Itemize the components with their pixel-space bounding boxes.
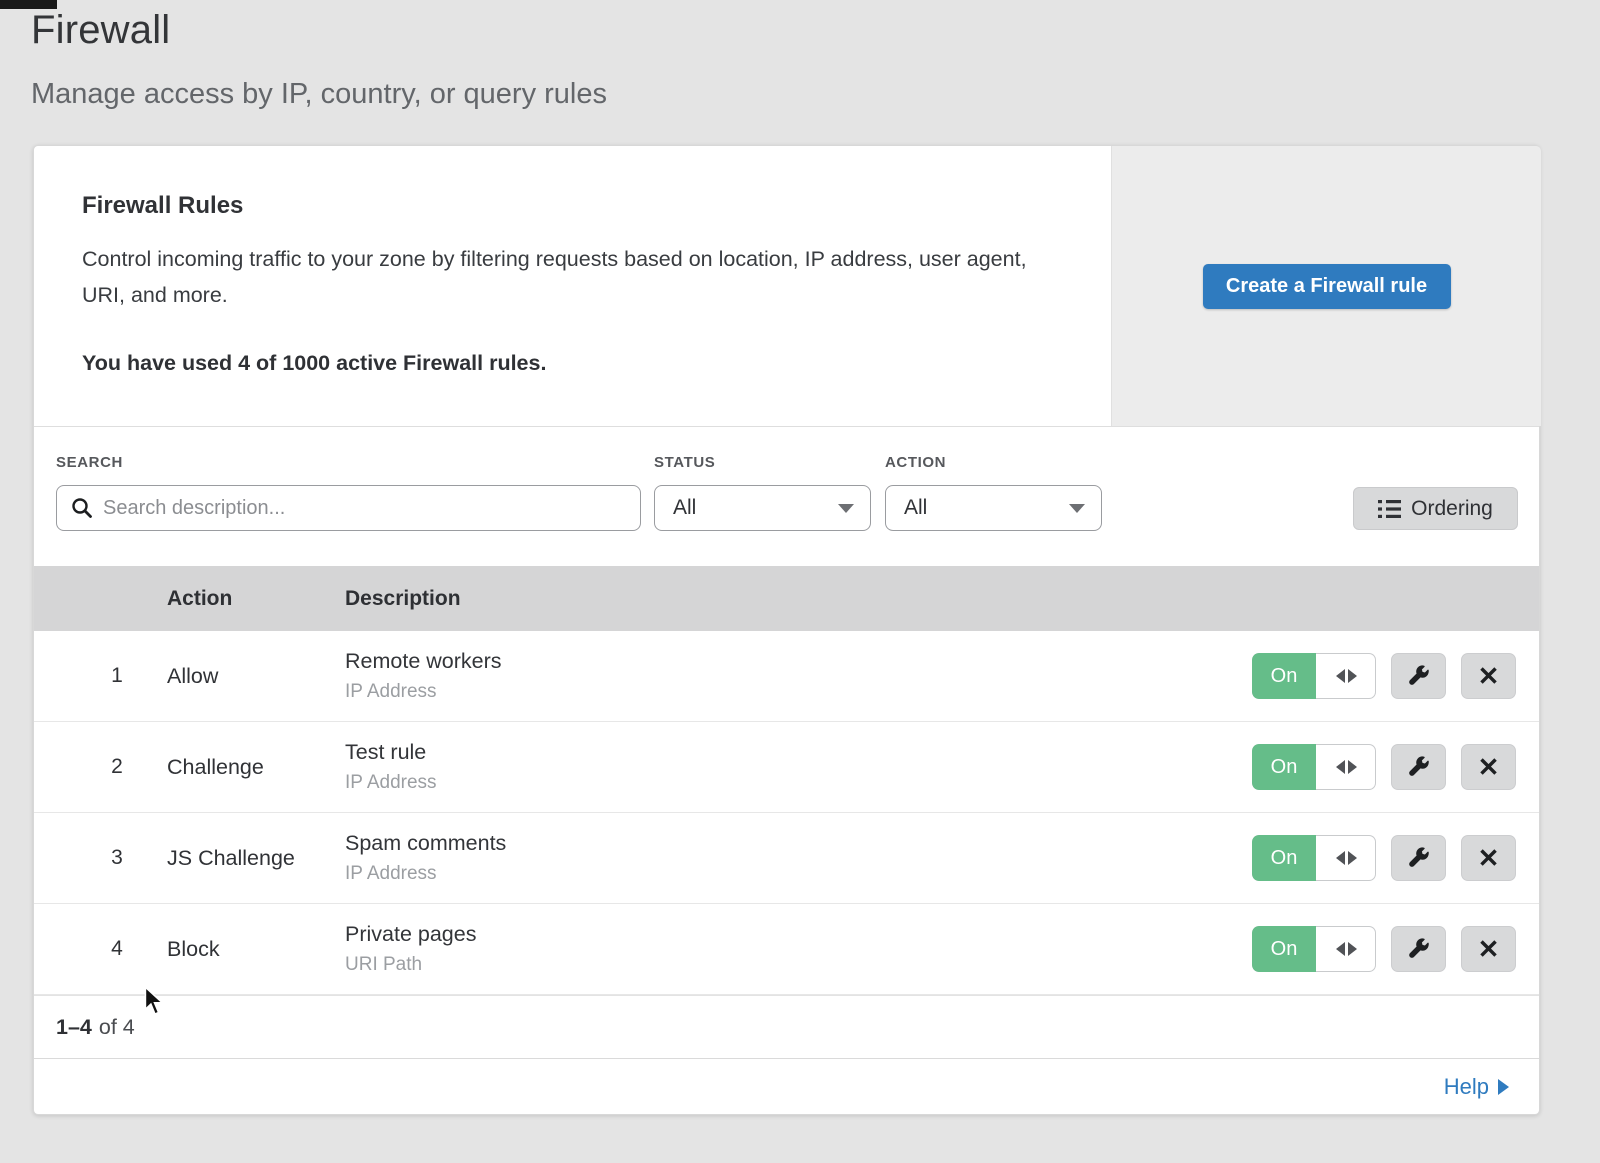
help-arrow-icon — [1498, 1079, 1509, 1095]
rule-description-title: Private pages — [345, 922, 476, 947]
action-select-value: All — [904, 496, 927, 520]
status-label: STATUS — [654, 454, 715, 471]
rule-enabled-toggle[interactable]: On — [1252, 653, 1376, 699]
toggle-handle — [1316, 653, 1376, 699]
left-right-arrows-icon — [1336, 942, 1345, 956]
action-select[interactable]: All — [885, 485, 1102, 531]
toggle-on-segment: On — [1252, 653, 1316, 699]
ordering-button[interactable]: Ordering — [1353, 487, 1518, 530]
search-label: SEARCH — [56, 454, 123, 471]
overview-heading: Firewall Rules — [82, 192, 243, 220]
close-icon: ✕ — [1478, 845, 1500, 871]
create-rule-pane: Create a Firewall rule — [1111, 146, 1541, 426]
action-label: ACTION — [885, 454, 946, 471]
table-row: 2 Challenge Test rule IP Address On ✕ — [34, 722, 1539, 813]
rule-description-title: Spam comments — [345, 831, 506, 856]
rule-match-type: IP Address — [345, 863, 506, 885]
wrench-icon — [1407, 755, 1431, 779]
toggle-on-segment: On — [1252, 744, 1316, 790]
delete-rule-button[interactable]: ✕ — [1461, 835, 1516, 881]
search-box[interactable] — [56, 485, 641, 531]
rules-usage-text: You have used 4 of 1000 active Firewall … — [82, 351, 546, 376]
rule-enabled-toggle[interactable]: On — [1252, 835, 1376, 881]
card-footer: Help — [34, 1058, 1539, 1115]
delete-rule-button[interactable]: ✕ — [1461, 744, 1516, 790]
help-link-label: Help — [1444, 1074, 1489, 1100]
create-firewall-rule-button[interactable]: Create a Firewall rule — [1203, 264, 1451, 309]
ordering-button-label: Ordering — [1411, 497, 1493, 521]
rule-priority: 4 — [94, 904, 140, 994]
status-select[interactable]: All — [654, 485, 871, 531]
rule-action: JS Challenge — [167, 813, 295, 903]
rule-action: Challenge — [167, 722, 264, 812]
column-header-action: Action — [167, 566, 232, 631]
page-subtitle: Manage access by IP, country, or query r… — [31, 78, 607, 111]
rule-match-type: IP Address — [345, 681, 502, 703]
close-icon: ✕ — [1478, 936, 1500, 962]
edit-rule-button[interactable] — [1391, 744, 1446, 790]
rules-table-body: 1 Allow Remote workers IP Address On ✕ 2… — [34, 631, 1539, 995]
delete-rule-button[interactable]: ✕ — [1461, 653, 1516, 699]
rule-priority: 2 — [94, 722, 140, 812]
rule-description: Test rule IP Address — [345, 740, 437, 794]
pagination: 1–4 of 4 — [34, 995, 1539, 1058]
wrench-icon — [1407, 664, 1431, 688]
close-icon: ✕ — [1478, 663, 1500, 689]
overview-pane: Firewall Rules Control incoming traffic … — [34, 146, 1111, 426]
ordered-list-icon — [1378, 499, 1401, 519]
overview-description: Control incoming traffic to your zone by… — [82, 241, 1047, 313]
rule-description: Remote workers IP Address — [345, 649, 502, 703]
help-link[interactable]: Help — [1444, 1074, 1509, 1100]
toggle-on-segment: On — [1252, 835, 1316, 881]
toggle-handle — [1316, 835, 1376, 881]
rule-priority: 3 — [94, 813, 140, 903]
delete-rule-button[interactable]: ✕ — [1461, 926, 1516, 972]
toggle-on-segment: On — [1252, 926, 1316, 972]
edit-rule-button[interactable] — [1391, 653, 1446, 699]
rule-match-type: URI Path — [345, 954, 476, 976]
rule-description: Spam comments IP Address — [345, 831, 506, 885]
firewall-rules-card: Firewall Rules Control incoming traffic … — [33, 145, 1540, 1115]
overview-section: Firewall Rules Control incoming traffic … — [34, 146, 1539, 427]
page-title: Firewall — [31, 8, 170, 53]
table-row: 1 Allow Remote workers IP Address On ✕ — [34, 631, 1539, 722]
rule-match-type: IP Address — [345, 772, 437, 794]
wrench-icon — [1407, 846, 1431, 870]
rule-description: Private pages URI Path — [345, 922, 476, 976]
wrench-icon — [1407, 937, 1431, 961]
search-input[interactable] — [103, 497, 626, 520]
left-right-arrows-icon — [1336, 760, 1345, 774]
table-header: Action Description — [34, 566, 1539, 631]
rule-description-title: Remote workers — [345, 649, 502, 674]
table-row: 4 Block Private pages URI Path On ✕ — [34, 904, 1539, 995]
rule-description-title: Test rule — [345, 740, 437, 765]
rule-priority: 1 — [94, 631, 140, 721]
pagination-total: of 4 — [99, 1015, 135, 1040]
edit-rule-button[interactable] — [1391, 835, 1446, 881]
rule-enabled-toggle[interactable]: On — [1252, 926, 1376, 972]
search-icon — [71, 497, 93, 519]
toggle-handle — [1316, 926, 1376, 972]
left-right-arrows-icon — [1336, 669, 1345, 683]
left-right-arrows-icon — [1336, 851, 1345, 865]
pagination-range: 1–4 — [56, 1015, 92, 1040]
rule-action: Allow — [167, 631, 218, 721]
rule-enabled-toggle[interactable]: On — [1252, 744, 1376, 790]
toggle-handle — [1316, 744, 1376, 790]
status-select-value: All — [673, 496, 696, 520]
edit-rule-button[interactable] — [1391, 926, 1446, 972]
rule-action: Block — [167, 904, 220, 994]
chevron-down-icon — [838, 504, 854, 513]
table-row: 3 JS Challenge Spam comments IP Address … — [34, 813, 1539, 904]
column-header-description: Description — [345, 566, 461, 631]
close-icon: ✕ — [1478, 754, 1500, 780]
chevron-down-icon — [1069, 504, 1085, 513]
